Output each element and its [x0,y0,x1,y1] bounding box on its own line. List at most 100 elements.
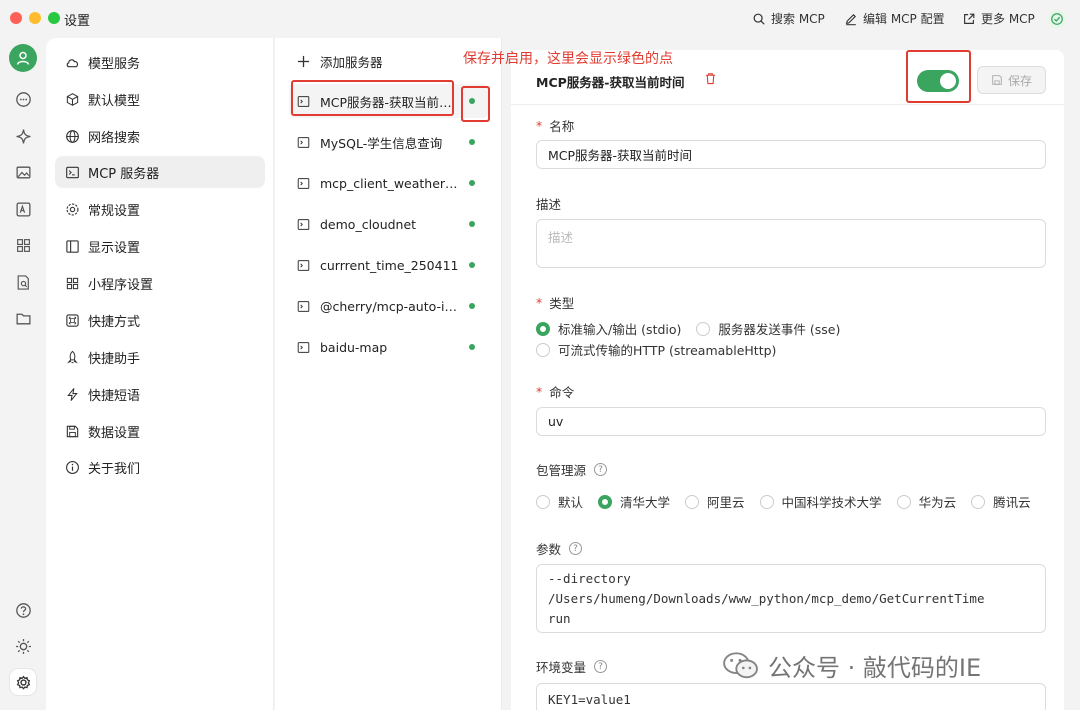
registry-option-label: 默认 [558,495,584,510]
menu-item-miniapp-settings[interactable]: 小程序设置 [55,267,265,299]
radio-checked-icon [536,321,550,336]
registry-option-ustc[interactable]: 中国科学技术大学 [759,492,882,511]
chat-icon[interactable] [10,86,36,112]
help-icon[interactable]: ? [594,660,608,673]
delete-server-icon[interactable] [704,72,717,85]
file-search-icon[interactable] [10,269,36,295]
more-mcp-button[interactable]: 更多 MCP [962,10,1035,27]
name-input[interactable]: MCP服务器-获取当前时间 [536,140,1046,169]
server-item[interactable]: demo_cloudnet [289,207,489,241]
radio-icon [759,494,774,509]
globe-icon [66,129,79,143]
registry-option-tencent[interactable]: 腾讯云 [971,492,1031,511]
menu-item-data-settings[interactable]: 数据设置 [55,415,265,447]
menu-item-label: 快捷方式 [88,314,141,330]
annotation-box-server [291,80,454,116]
close-window-button[interactable] [10,12,22,24]
type-option-label: 服务器发送事件 (sse) [718,322,841,337]
rocket-icon [67,350,78,363]
args-textarea[interactable]: --directory /Users/humeng/Downloads/www_… [536,564,1046,633]
terminal-icon [297,300,310,312]
description-placeholder: 描述 [548,230,574,245]
watermark-text: 公众号 · 敲代码的IE [768,654,982,682]
server-name: mcp_client_weather_se... [320,175,462,191]
registry-option-huawei[interactable]: 华为云 [896,492,956,511]
terminal-icon [297,341,310,353]
menu-item-web-search[interactable]: 网络搜索 [55,120,265,152]
minimize-window-button[interactable] [29,12,41,24]
server-name: MySQL-学生信息查询 [320,135,443,151]
env-textarea[interactable]: KEY1=value1 [536,683,1046,710]
type-option-stdio[interactable]: 标准输入/输出 (stdio) [536,319,681,338]
menu-item-label: 显示设置 [88,240,141,256]
server-detail-title: MCP服务器-获取当前时间 [536,75,685,90]
radio-icon [896,494,911,509]
help-icon[interactable] [10,597,36,623]
server-item[interactable]: @cherry/mcp-auto-install [289,289,489,323]
folder-icon[interactable] [10,305,36,331]
translate-icon[interactable] [10,196,36,222]
type-option-streamable-http[interactable]: 可流式传输的HTTP (streamableHttp) [536,340,776,359]
settings-gear-icon[interactable] [10,669,36,695]
edit-mcp-config-button[interactable]: 编辑 MCP 配置 [844,10,945,27]
enabled-status-dot [469,344,475,350]
image-icon[interactable] [10,159,36,185]
terminal-icon [66,166,79,178]
radio-icon [696,321,711,336]
apps-grid-icon[interactable] [10,232,36,258]
help-icon[interactable]: ? [594,463,608,476]
menu-item-general-settings[interactable]: 常规设置 [55,193,265,225]
menu-item-label: 网络搜索 [88,130,141,146]
search-mcp-label: 搜索 MCP [771,12,825,26]
menu-item-quick-phrases[interactable]: 快捷短语 [55,378,265,410]
type-option-sse[interactable]: 服务器发送事件 (sse) [696,319,840,338]
search-mcp-button[interactable]: 搜索 MCP [752,10,825,27]
menu-item-quick-assistant[interactable]: 快捷助手 [55,341,265,373]
menu-item-default-model[interactable]: 默认模型 [55,83,265,115]
registry-option-aliyun[interactable]: 阿里云 [685,492,745,511]
terminal-icon [297,136,310,148]
menu-item-label: 快捷短语 [88,388,141,404]
registry-option-tsinghua[interactable]: 清华大学 [598,492,670,511]
enabled-status-dot [469,180,475,186]
terminal-icon [297,259,310,271]
server-item[interactable]: mcp_client_weather_se... [289,166,489,200]
cloud-icon [66,58,79,67]
menu-item-about-us[interactable]: 关于我们 [55,451,265,483]
window-title: 设置 [64,14,91,29]
radio-icon [971,494,986,509]
menu-item-mcp-servers[interactable]: MCP 服务器 [55,156,265,188]
radio-checked-icon [598,494,613,509]
menu-item-shortcuts[interactable]: 快捷方式 [55,304,265,336]
save-button[interactable]: 保存 [977,66,1046,94]
registry-option-label: 中国科学技术大学 [781,495,882,510]
theme-sun-icon[interactable] [10,633,36,659]
server-item[interactable]: baidu-map [289,330,489,364]
mcp-server-list: 添加服务器 MCP服务器-获取当前时间 MySQL-学生信息查询 mcp_cli… [275,38,502,710]
info-icon [66,460,79,474]
server-name: @cherry/mcp-auto-install [320,298,462,314]
add-server-button[interactable]: 添加服务器 [297,52,383,71]
description-textarea[interactable]: 描述 [536,219,1046,268]
radio-icon [685,494,700,509]
icon-rail [0,38,46,710]
check-status-icon [1048,10,1066,28]
menu-item-label: 数据设置 [88,425,141,441]
menu-item-model-service[interactable]: 模型服务 [55,46,265,78]
avatar[interactable] [9,44,37,72]
command-input[interactable]: uv [536,407,1046,436]
server-item[interactable]: currrent_time_250411 [289,248,489,282]
help-icon[interactable]: ? [569,542,583,555]
server-item[interactable]: MySQL-学生信息查询 [289,125,489,159]
registry-option-label: 清华大学 [620,495,671,510]
registry-label: 包管理源? [536,460,608,479]
menu-item-display-settings[interactable]: 显示设置 [55,230,265,262]
type-option-label: 可流式传输的HTTP (streamableHttp) [558,343,777,358]
wechat-icon [723,651,758,678]
edit-icon [845,13,857,25]
terminal-icon [297,218,310,230]
zoom-window-button[interactable] [48,12,60,24]
server-detail-panel: MCP服务器-获取当前时间 保存 * 名称 MCP服务器-获取当前时间 描述 描述… [503,38,1080,710]
registry-option-default[interactable]: 默认 [536,492,583,511]
sparkle-icon[interactable] [10,123,36,149]
